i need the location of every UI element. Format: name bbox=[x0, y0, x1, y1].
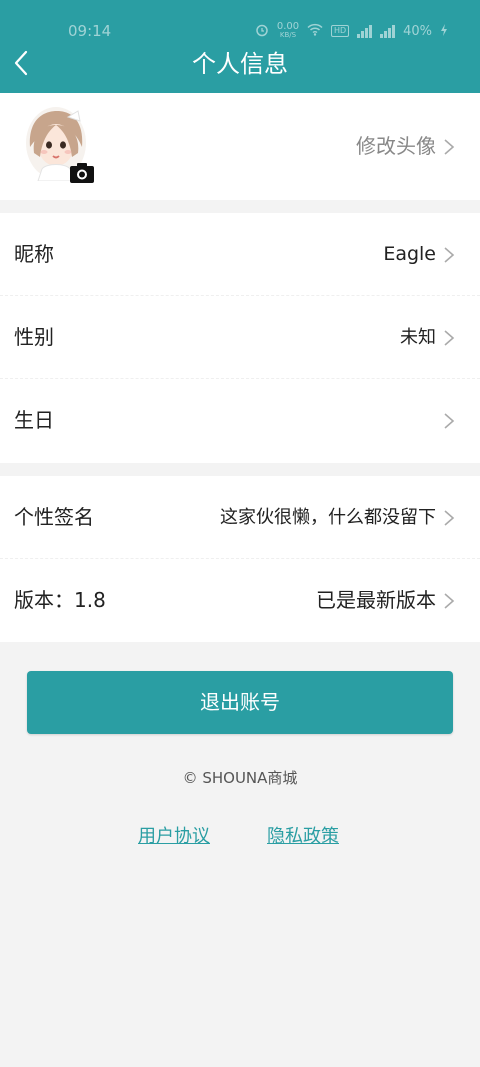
birthday-label: 生日 bbox=[14, 408, 54, 432]
profile-section: 昵称 Eagle 性别 未知 生日 bbox=[0, 213, 480, 463]
wifi-icon bbox=[307, 23, 323, 39]
alarm-icon bbox=[255, 23, 269, 40]
signal-icon-2 bbox=[380, 24, 396, 38]
misc-section: 个性签名 这家伙很懒，什么都没留下 版本：1.8 已是最新版本 bbox=[0, 476, 480, 642]
nickname-value: Eagle bbox=[383, 243, 436, 265]
status-bar: 09:14 0.00 KB/S HD 40% bbox=[0, 18, 480, 44]
birthday-row[interactable]: 生日 bbox=[0, 379, 480, 462]
status-time: 09:14 bbox=[68, 22, 112, 40]
avatar-section: 修改头像 bbox=[0, 93, 480, 200]
signal-icon-1 bbox=[357, 24, 373, 38]
gender-row[interactable]: 性别 未知 bbox=[0, 296, 480, 379]
gender-label: 性别 bbox=[14, 325, 54, 349]
nickname-label: 昵称 bbox=[14, 242, 54, 266]
status-icons: 0.00 KB/S HD 40% bbox=[255, 22, 448, 40]
chevron-right-icon bbox=[444, 593, 455, 609]
network-speed-value: 0.00 bbox=[276, 21, 300, 32]
charging-icon bbox=[440, 23, 448, 39]
page-title: 个人信息 bbox=[192, 50, 288, 78]
user-agreement-link[interactable]: 用户协议 bbox=[138, 822, 210, 848]
chevron-right-icon bbox=[444, 510, 455, 526]
chevron-right-icon bbox=[444, 330, 455, 346]
network-speed-unit: KB/S bbox=[279, 31, 297, 39]
chevron-right-icon bbox=[444, 247, 455, 263]
version-status: 已是最新版本 bbox=[316, 588, 436, 612]
chevron-right-icon bbox=[444, 139, 455, 155]
version-label: 版本：1.8 bbox=[14, 588, 106, 612]
signature-value: 这家伙很懒，什么都没留下 bbox=[220, 507, 436, 528]
hd-badge: HD bbox=[331, 25, 350, 37]
change-avatar-label[interactable]: 修改头像 bbox=[356, 93, 436, 200]
chevron-right-icon bbox=[444, 413, 455, 429]
nickname-row[interactable]: 昵称 Eagle bbox=[0, 213, 480, 296]
logout-button[interactable]: 退出账号 bbox=[27, 671, 453, 734]
version-row[interactable]: 版本：1.8 已是最新版本 bbox=[0, 559, 480, 642]
signature-row[interactable]: 个性签名 这家伙很懒，什么都没留下 bbox=[0, 476, 480, 559]
gender-value: 未知 bbox=[400, 327, 436, 348]
battery-percent: 40% bbox=[403, 23, 432, 39]
copyright-text: © SHOUNA商城 bbox=[182, 769, 298, 787]
privacy-policy-link[interactable]: 隐私政策 bbox=[267, 822, 339, 848]
network-speed: 0.00 KB/S bbox=[277, 22, 299, 40]
avatar-row[interactable]: 修改头像 bbox=[0, 93, 480, 200]
app-header: 09:14 0.00 KB/S HD 40% 个人信息 bbox=[0, 0, 480, 93]
signature-label: 个性签名 bbox=[14, 505, 94, 529]
camera-icon[interactable] bbox=[70, 163, 94, 183]
